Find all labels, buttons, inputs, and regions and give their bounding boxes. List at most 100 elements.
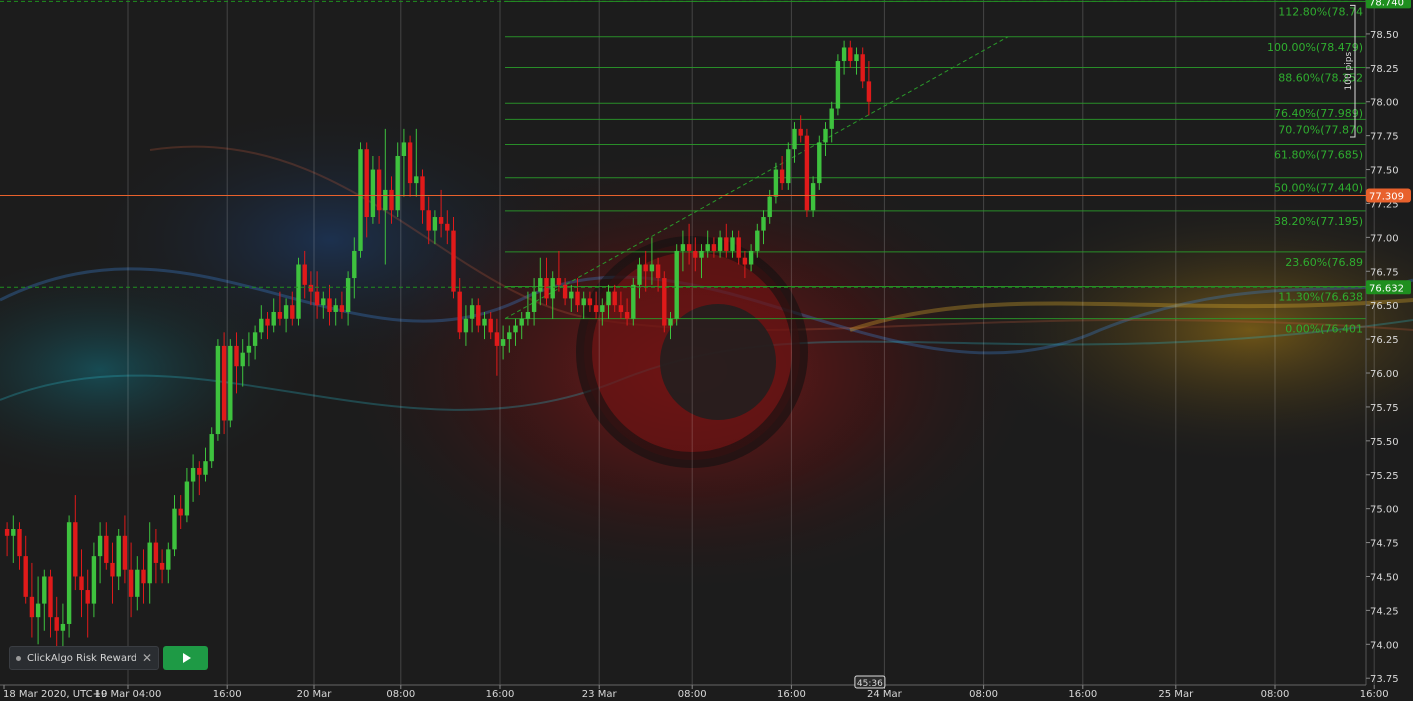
candle-body: [203, 461, 208, 475]
candle-body: [29, 596, 35, 618]
candle: [166, 542, 171, 584]
candle-body: [445, 223, 450, 231]
candle-body: [308, 284, 314, 292]
candle-body: [476, 305, 481, 326]
price-tick-label: 74.25: [1370, 606, 1399, 617]
candle: [848, 40, 853, 68]
candle-body: [54, 617, 59, 631]
candle: [314, 271, 320, 319]
candle: [438, 189, 444, 238]
candle-body: [240, 352, 245, 367]
candle: [600, 298, 605, 326]
price-tick-label: 76.75: [1370, 267, 1399, 278]
candle: [4, 522, 10, 557]
candle: [587, 291, 593, 312]
candle-body: [364, 149, 369, 218]
candle-body: [401, 142, 407, 156]
candle: [407, 135, 413, 197]
time-tick-label: 16:00: [777, 689, 806, 700]
candle-body: [246, 345, 252, 353]
candle-body: [637, 264, 642, 285]
time-tick-label: 08:00: [969, 689, 998, 700]
candle: [624, 298, 630, 326]
candle: [401, 128, 407, 197]
candle: [693, 237, 698, 272]
price-tick-label: 74.50: [1370, 572, 1399, 583]
candle-body: [761, 217, 766, 231]
candle: [724, 223, 729, 258]
candle-body: [358, 149, 363, 251]
price-tick-label: 75.00: [1370, 505, 1399, 516]
candle: [277, 291, 283, 326]
price-tick-label: 78.25: [1370, 64, 1399, 75]
time-tick-label: 25 Mar: [1158, 689, 1194, 700]
candle: [426, 196, 431, 245]
candle-body: [85, 590, 90, 604]
candle-body: [153, 542, 159, 563]
bot-panel[interactable]: ClickAlgo Risk Reward... ✕: [9, 646, 159, 670]
candle: [364, 142, 369, 238]
fib-level-label: 112.80%(78.74: [1278, 5, 1363, 18]
price-tick-label: 78.50: [1370, 30, 1399, 41]
candle-body: [11, 529, 16, 536]
candle-body: [432, 217, 438, 231]
price-tick-label: 77.75: [1370, 132, 1399, 143]
price-tick-label: 75.75: [1370, 403, 1399, 414]
time-tick-label: 16:00: [486, 689, 515, 700]
candle: [66, 515, 72, 638]
candle: [705, 230, 710, 258]
candle: [631, 278, 636, 326]
candle: [618, 291, 624, 319]
candle-body: [91, 556, 97, 604]
candle-body: [252, 332, 258, 346]
candle-body: [420, 176, 425, 211]
candle-body: [649, 264, 655, 272]
time-axis[interactable]: 18 Mar 2020, UTC+019 Mar 04:00 16:00 20 Ma…: [0, 684, 1413, 700]
candle: [699, 244, 704, 279]
top-price-label: 78.740: [1369, 0, 1404, 8]
candle: [730, 230, 735, 258]
candle: [240, 339, 245, 387]
candle: [711, 237, 717, 258]
candle-body: [835, 61, 841, 109]
price-axis[interactable]: 73.75 74.00 74.25 74.50 74.75 75.00 75.25 75.50…: [1365, 0, 1399, 685]
candle: [23, 535, 28, 604]
candle-body: [463, 318, 469, 333]
candle: [321, 291, 326, 319]
candle-body: [265, 318, 270, 326]
candle-body: [600, 305, 605, 312]
run-bot-button[interactable]: [163, 646, 208, 670]
candle-body: [339, 305, 345, 312]
candle: [414, 128, 419, 197]
candle-body: [538, 278, 543, 292]
candle-body: [854, 54, 859, 62]
candle-body: [79, 576, 84, 591]
candle-body: [500, 339, 506, 346]
candle: [73, 495, 78, 591]
candle: [283, 298, 289, 333]
candle: [773, 162, 779, 204]
candle-body: [866, 81, 872, 102]
fib-level-label: 23.60%(76.89: [1285, 256, 1363, 269]
candle-body: [624, 311, 630, 319]
candle-body: [370, 169, 376, 218]
candle-body: [736, 237, 741, 258]
candle-body: [693, 250, 698, 258]
candle: [184, 467, 190, 523]
candle: [203, 447, 208, 482]
candle: [500, 325, 506, 360]
candle: [736, 230, 741, 265]
play-icon: [182, 653, 191, 663]
candle-body: [48, 576, 53, 618]
close-icon[interactable]: ✕: [142, 651, 152, 665]
candle: [469, 298, 475, 333]
fib-level-label: 76.40%(77.989): [1274, 107, 1363, 120]
price-chart[interactable]: 112.80%(78.74100.00%(78.479)88.60%(78.25…: [0, 0, 1413, 701]
candle-body: [147, 542, 152, 584]
price-tick-label: 75.50: [1370, 437, 1399, 448]
candle-body: [494, 332, 500, 346]
candle: [265, 311, 270, 340]
candle-body: [513, 325, 518, 333]
candle-body: [612, 291, 617, 306]
candle-body: [550, 278, 555, 299]
